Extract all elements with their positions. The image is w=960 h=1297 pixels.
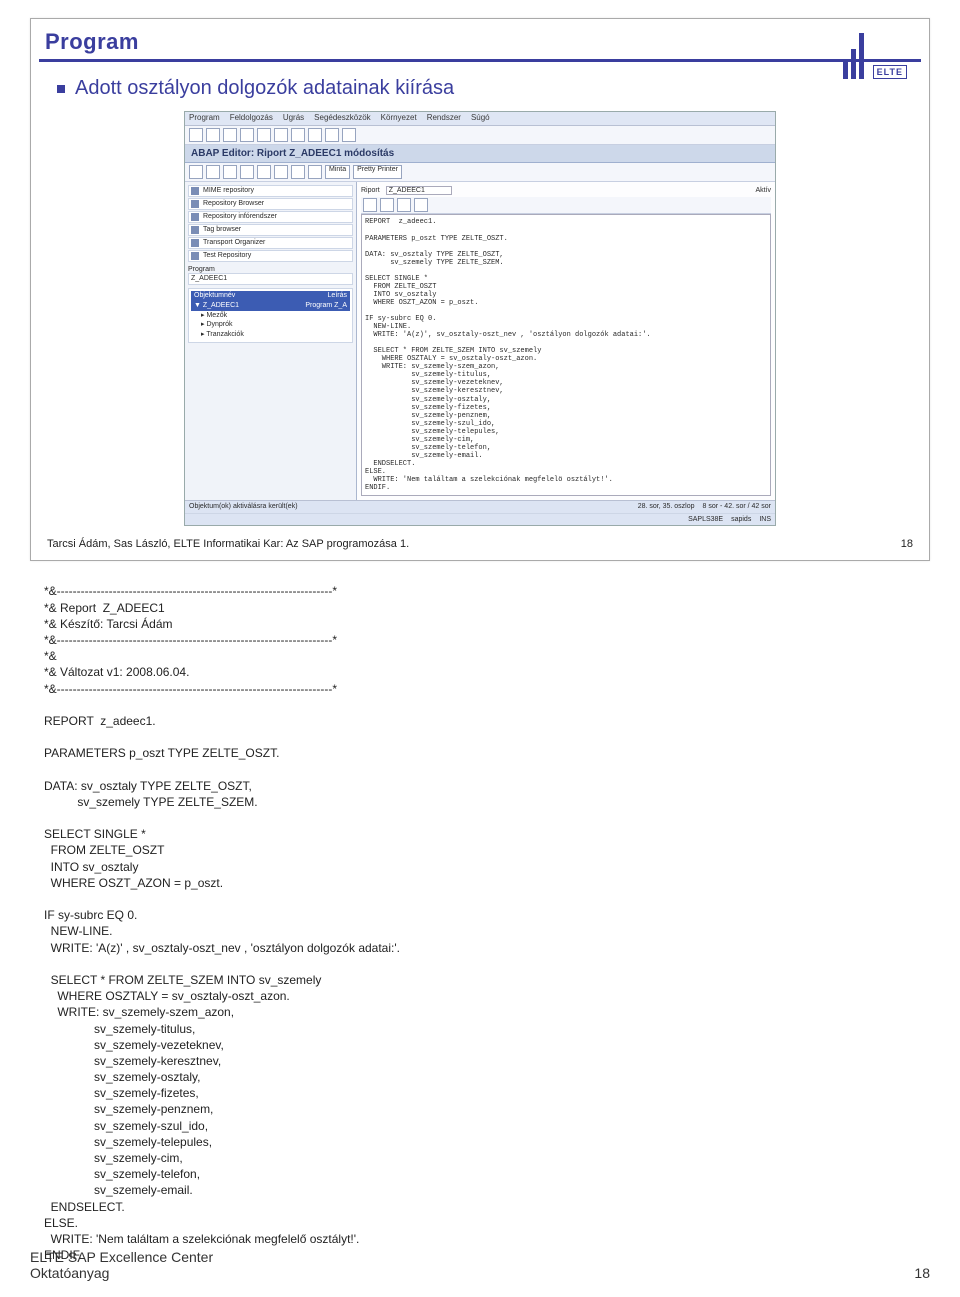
tree-item[interactable]: ▸ Dynprók [191,320,350,330]
folder-icon [191,239,199,247]
folder-icon [191,213,199,221]
menu-item[interactable]: Segédeszközök [314,114,370,123]
tree-item[interactable]: ▸ Mezők [191,311,350,321]
abap-listing: *&--------------------------------------… [30,561,930,1267]
slide-title: Program [39,25,921,57]
program-input[interactable]: Z_ADEEC1 [188,273,353,285]
menu-item[interactable]: Súgó [471,114,490,123]
menu-item[interactable]: Rendszer [427,114,461,123]
status-message: Objektum(ok) aktiválásra került(ek) [189,503,298,511]
slide-number: 18 [901,538,913,550]
app-toolbar-button[interactable] [240,165,254,179]
app-toolbar-button[interactable] [308,165,322,179]
slide-footer: Tarcsi Ádám, Sas László, ELTE Informatik… [39,532,921,552]
folder-icon [191,226,199,234]
toolbar-button[interactable] [189,128,203,142]
sap-menubar: Program Feldolgozás Ugrás Segédeszközök … [185,112,775,126]
sap-title: ABAP Editor: Riport Z_ADEEC1 módosítás [185,145,775,163]
toolbar-button[interactable] [223,128,237,142]
sap-statusbar: Objektum(ok) aktiválásra került(ek) 28. … [185,500,775,513]
report-name-field[interactable]: Z_ADEEC1 [386,186,452,196]
toolbar-button[interactable] [257,128,271,142]
title-underline [39,59,921,62]
menu-item[interactable]: Ugrás [283,114,304,123]
line-range: 8 sor - 42. sor / 42 sor [703,503,771,511]
system-program: SAPLS38E [688,516,723,524]
program-label: Program [188,266,353,274]
toolbar-button[interactable] [206,128,220,142]
toolbar-button[interactable] [274,128,288,142]
editor-button[interactable] [380,198,394,212]
toolbar-button[interactable] [342,128,356,142]
logo-text: ELTE [873,65,907,79]
pretty-printer-button[interactable]: Pretty Printer [353,165,402,179]
folder-icon [191,252,199,260]
nav-item[interactable]: Repository infórendszer [188,211,353,223]
sap-editor-pane: Riport Z_ADEEC1 Aktív REPORT z_adeec1. P… [357,182,775,500]
pattern-button[interactable]: Minta [325,165,350,179]
editor-button[interactable] [363,198,377,212]
abap-code-editor[interactable]: REPORT z_adeec1. PARAMETERS p_oszt TYPE … [361,214,771,496]
tree-header: ObjektumnévLeírás [191,291,350,301]
logo-bars-icon [843,33,863,79]
folder-icon [191,187,199,195]
app-toolbar-button[interactable] [274,165,288,179]
object-tree: ObjektumnévLeírás ▼ Z_ADEEC1Program Z_A … [188,288,353,342]
app-toolbar-button[interactable] [206,165,220,179]
page-footer: ELTE SAP Excellence Center Oktatóanyag 1… [30,1249,930,1281]
elte-logo: ELTE [843,33,907,79]
active-status: Aktív [755,187,771,195]
menu-item[interactable]: Feldolgozás [230,114,273,123]
system-client: sapids [731,516,751,524]
nav-item[interactable]: Repository Browser [188,198,353,210]
cursor-position: 28. sor, 35. oszlop [638,503,695,511]
page-footer-left: ELTE SAP Excellence Center Oktatóanyag [30,1249,213,1281]
sap-screenshot: Program Feldolgozás Ugrás Segédeszközök … [184,111,776,526]
editor-button[interactable] [414,198,428,212]
nav-item[interactable]: Tag browser [188,224,353,236]
toolbar-button[interactable] [308,128,322,142]
report-label: Riport [361,187,380,195]
tree-root[interactable]: ▼ Z_ADEEC1Program Z_A [191,301,350,311]
slide-footer-left: Tarcsi Ádám, Sas László, ELTE Informatik… [47,538,409,550]
bullet-square-icon [57,85,65,93]
sap-body: MIME repository Repository Browser Repos… [185,182,775,500]
slide-frame: ELTE Program Adott osztályon dolgozók ad… [30,18,930,561]
page-number: 18 [914,1265,930,1281]
menu-item[interactable]: Program [189,114,220,123]
editor-button[interactable] [397,198,411,212]
bullet-text: Adott osztályon dolgozók adatainak kiírá… [75,76,454,101]
folder-icon [191,200,199,208]
toolbar-button[interactable] [240,128,254,142]
app-toolbar-button[interactable] [189,165,203,179]
insert-mode: INS [759,516,771,524]
sap-app-toolbar: Minta Pretty Printer [185,163,775,182]
menu-item[interactable]: Környezet [381,114,417,123]
nav-item[interactable]: Transport Organizer [188,237,353,249]
sap-navigator: MIME repository Repository Browser Repos… [185,182,357,500]
toolbar-button[interactable] [325,128,339,142]
nav-item[interactable]: MIME repository [188,185,353,197]
report-bar: Riport Z_ADEEC1 Aktív [361,186,771,196]
app-toolbar-button[interactable] [291,165,305,179]
app-toolbar-button[interactable] [257,165,271,179]
app-toolbar-button[interactable] [223,165,237,179]
sap-systembar: SAPLS38E sapids INS [185,513,775,526]
tree-item[interactable]: ▸ Tranzakciók [191,330,350,340]
toolbar-button[interactable] [291,128,305,142]
editor-toolbar [361,197,771,214]
bullet-row: Adott osztályon dolgozók adatainak kiírá… [39,74,921,107]
sap-system-toolbar [185,126,775,145]
nav-item[interactable]: Test Repository [188,250,353,262]
